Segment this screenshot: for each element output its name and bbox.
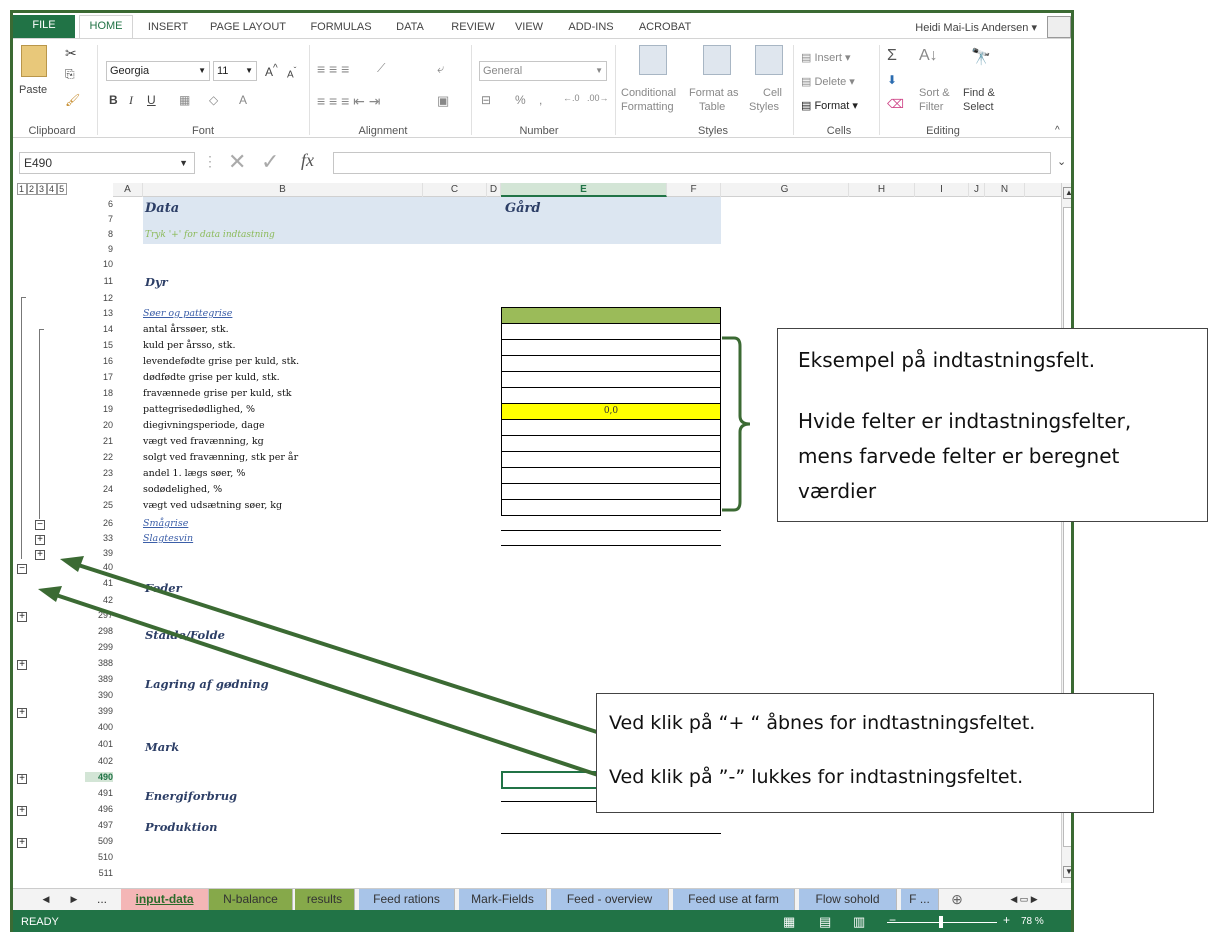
callout-expand-collapse: Ved klik på “+ “ åbnes for indtastningsf… [596,693,1154,813]
arrow-line-expand [71,561,601,735]
arrowhead-expand [60,556,84,572]
callout2-line1: Ved klik på “+ “ åbnes for indtastningsf… [609,712,1036,734]
arrowhead-collapse [38,586,62,602]
callout2-line2: Ved klik på ”-” lukkes for indtastningsf… [609,766,1024,788]
arrow-line-collapse [49,591,599,777]
